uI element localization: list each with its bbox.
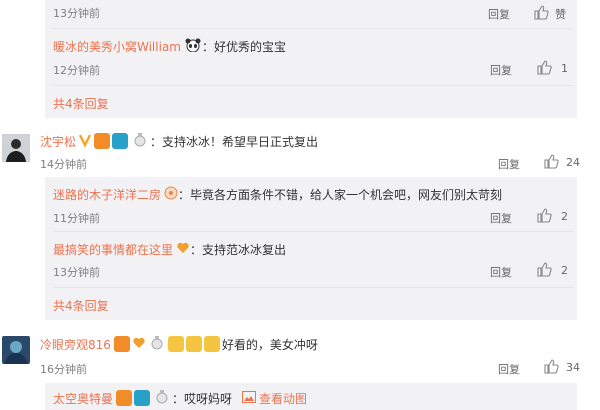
like-count: 24: [566, 156, 580, 169]
reply-button[interactable]: 回复: [498, 361, 520, 377]
thumbs-up-icon[interactable]: [536, 59, 552, 78]
reply-text: ：毕竟各方面条件不错，给人家一个机会吧，网友们别太苛刻: [178, 187, 503, 202]
like-count: 34: [566, 361, 580, 374]
reply-text: ：哎呀妈呀: [172, 391, 233, 406]
reply-time: 12分钟前: [53, 64, 100, 77]
fan-badge-icon: [94, 133, 111, 149]
divider: [53, 231, 573, 232]
reply-time: 13分钟前: [53, 7, 100, 20]
reply-button[interactable]: 回复: [490, 62, 512, 78]
thumbs-up-icon[interactable]: [543, 358, 559, 377]
verified-v-icon: [78, 133, 92, 150]
comment-time: 14分钟前: [40, 158, 87, 171]
medal-icon: [155, 389, 169, 407]
comment-text: 好看的，美女冲呀: [221, 337, 318, 352]
thumbs-up-icon[interactable]: [536, 207, 552, 226]
thumbs-up-icon[interactable]: [536, 261, 552, 280]
thumbs-up-emoji-icon: [203, 336, 220, 352]
medal-icon: [150, 335, 164, 353]
comment-row: 冷眼旁观816 好看的，美女冲呀: [40, 334, 318, 354]
reply-row: 太空奥特曼 ：哎呀妈呀 查看动图: [53, 388, 307, 408]
panda-emoji-icon: [184, 38, 202, 55]
more-replies-link[interactable]: 共4条回复: [53, 95, 109, 112]
avatar[interactable]: [2, 134, 30, 162]
reply-author-link[interactable]: 太空奥特曼: [53, 390, 113, 407]
heart-badge-icon: [176, 241, 190, 258]
heart-badge-icon: [132, 336, 146, 353]
member-badge-icon: [134, 390, 151, 406]
more-replies-link[interactable]: 共4条回复: [53, 297, 109, 314]
fan-badge-icon: [113, 336, 130, 352]
reply-text: ：支持范冰冰复出: [190, 242, 287, 257]
thumbs-up-emoji-icon: [185, 336, 202, 352]
reply-button[interactable]: 回复: [488, 6, 510, 22]
thumbs-up-icon[interactable]: [543, 153, 559, 172]
reply-row: 最搞笑的事情都在这里 ：支持范冰冰复出: [53, 239, 286, 259]
comment-text: ：支持冰冰！希望早日正式复出: [150, 134, 319, 149]
like-count: 2: [561, 264, 568, 277]
reply-time: 13分钟前: [53, 266, 100, 279]
image-icon[interactable]: [242, 390, 257, 406]
fan-badge-icon: [164, 186, 178, 203]
comment-time: 16分钟前: [40, 363, 87, 376]
reply-button[interactable]: 回复: [490, 210, 512, 226]
comment-author-link[interactable]: 冷眼旁观816: [40, 336, 111, 353]
divider: [53, 287, 573, 288]
like-count: 2: [561, 210, 568, 223]
reply-text: ：好优秀的宝宝: [201, 39, 286, 54]
comment-author-link[interactable]: 沈宇松: [40, 133, 76, 150]
reply-author-link[interactable]: 暖冰的美秀小窝William: [53, 38, 181, 55]
thumbs-up-icon[interactable]: [533, 4, 549, 23]
fan-badge-icon: [116, 390, 133, 406]
reply-row: 暖冰的美秀小窝William ：好优秀的宝宝: [53, 36, 286, 56]
reply-author-link[interactable]: 迷路的木子洋洋二房: [53, 186, 161, 203]
reply-row: 迷路的木子洋洋二房 ：毕竟各方面条件不错，给人家一个机会吧，网友们别太苛刻: [53, 184, 502, 204]
reply-time: 11分钟前: [53, 212, 100, 225]
divider: [53, 85, 573, 86]
avatar[interactable]: [2, 336, 30, 364]
medal-icon: [133, 132, 147, 150]
like-count: 1: [561, 62, 568, 75]
member-badge-icon: [112, 133, 129, 149]
reply-button[interactable]: 回复: [498, 156, 520, 172]
reply-author-link[interactable]: 最搞笑的事情都在这里: [53, 241, 173, 258]
comment-row: 沈宇松 ：支持冰冰！希望早日正式复出: [40, 131, 318, 151]
thumbs-up-emoji-icon: [167, 336, 184, 352]
divider: [53, 28, 573, 29]
view-animation-link[interactable]: 查看动图: [259, 390, 307, 407]
reply-button[interactable]: 回复: [490, 264, 512, 280]
like-label[interactable]: 赞: [555, 6, 566, 22]
